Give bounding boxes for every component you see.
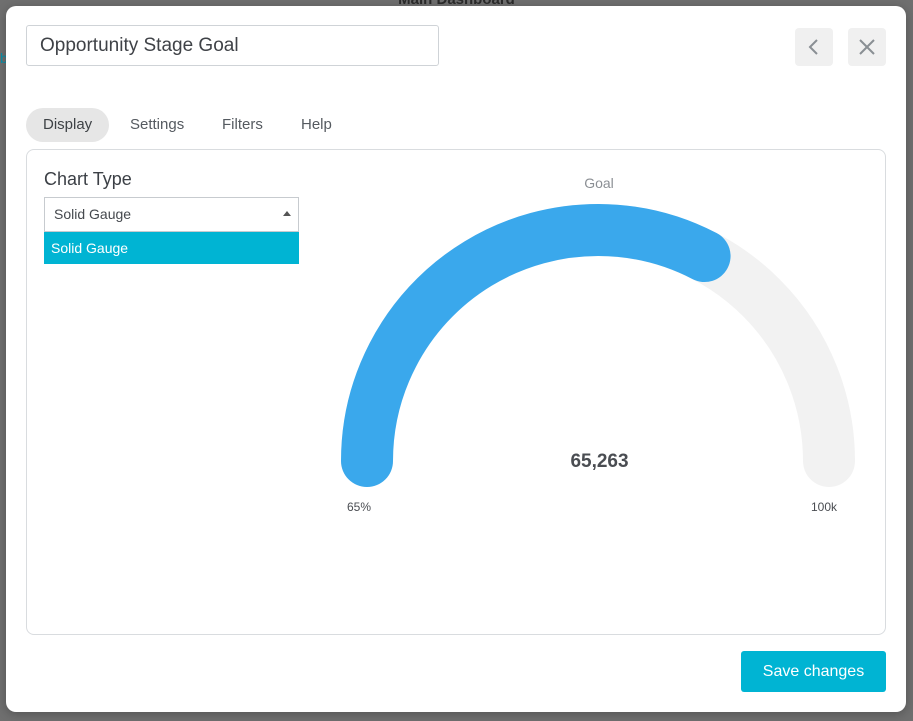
gauge-max-label: 100k	[811, 500, 838, 514]
tab-help[interactable]: Help	[284, 108, 349, 142]
tab-filters[interactable]: Filters	[205, 108, 280, 142]
close-icon	[859, 39, 875, 55]
tab-display[interactable]: Display	[26, 108, 110, 142]
gauge-fill-arc	[341, 204, 731, 487]
display-panel: Chart Type Solid Gauge Solid Gauge Goal …	[26, 149, 886, 635]
gauge-min-label: 65%	[347, 500, 372, 514]
gauge-value: 65,263	[570, 451, 629, 472]
save-changes-button[interactable]: Save changes	[741, 651, 886, 692]
tab-settings[interactable]: Settings	[113, 108, 201, 142]
close-button[interactable]	[848, 28, 886, 66]
back-button[interactable]	[795, 28, 833, 66]
chevron-left-icon	[808, 39, 818, 55]
gauge-chart	[341, 204, 855, 487]
widget-settings-modal: Display Settings Filters Help Chart Type…	[6, 6, 906, 712]
widget-title-input[interactable]	[26, 25, 439, 66]
